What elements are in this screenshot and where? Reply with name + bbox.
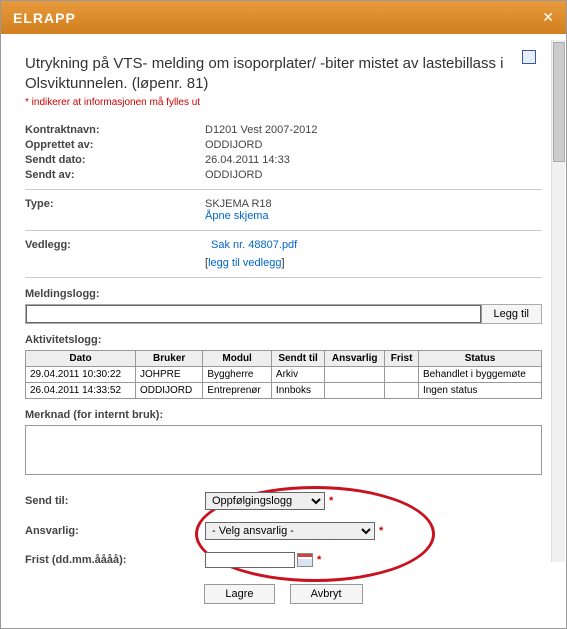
page-title: Utrykning på VTS- melding om isoporplate… bbox=[25, 54, 542, 93]
scrollbar-thumb[interactable] bbox=[553, 42, 565, 162]
sendt-av-value: ODDIJORD bbox=[205, 169, 262, 181]
col-bruker: Bruker bbox=[136, 351, 203, 367]
col-ansvarlig: Ansvarlig bbox=[325, 351, 385, 367]
cell-bruker: ODDIJORD bbox=[136, 383, 203, 399]
col-status: Status bbox=[418, 351, 541, 367]
close-icon[interactable]: ✕ bbox=[542, 9, 554, 26]
merknad-label: Merknad (for internt bruk): bbox=[25, 409, 542, 421]
meldingslogg-input[interactable] bbox=[26, 305, 481, 323]
col-frist: Frist bbox=[385, 351, 419, 367]
cell-dato: 29.04.2011 10:30:22 bbox=[26, 367, 136, 383]
required-star: * bbox=[329, 495, 333, 507]
avbryt-button[interactable]: Avbryt bbox=[290, 584, 363, 604]
cell-status: Ingen status bbox=[418, 383, 541, 399]
cell-frist bbox=[385, 367, 419, 383]
cell-bruker: JOHPRE bbox=[136, 367, 203, 383]
button-row: Lagre Avbryt bbox=[25, 584, 542, 604]
required-star: * bbox=[317, 554, 321, 566]
col-modul: Modul bbox=[203, 351, 272, 367]
meldingslogg-label: Meldingslogg: bbox=[25, 288, 542, 300]
legg-til-vedlegg-link[interactable]: legg til vedlegg bbox=[208, 257, 281, 269]
dialog-content: Utrykning på VTS- melding om isoporplate… bbox=[1, 34, 566, 628]
activity-table: Dato Bruker Modul Sendt til Ansvarlig Fr… bbox=[25, 350, 542, 399]
required-note: * indikerer at informasjonen må fylles u… bbox=[25, 97, 542, 108]
sendt-dato-value: 26.04.2011 14:33 bbox=[205, 154, 290, 166]
apne-skjema-link[interactable]: Åpne skjema bbox=[205, 210, 272, 222]
meldingslogg-row: Legg til bbox=[25, 304, 542, 324]
calendar-icon[interactable] bbox=[297, 553, 313, 567]
sendt-dato-label: Sendt dato: bbox=[25, 154, 205, 166]
sendt-av-label: Sendt av: bbox=[25, 169, 205, 181]
ansvarlig-label: Ansvarlig: bbox=[25, 525, 205, 537]
divider bbox=[25, 277, 542, 278]
table-row: 26.04.2011 14:33:52ODDIJORDEntreprenørIn… bbox=[26, 383, 542, 399]
required-star: * bbox=[379, 525, 383, 537]
cell-ansvarlig bbox=[325, 367, 385, 383]
frist-input[interactable] bbox=[205, 552, 295, 568]
kontraktnavn-value: D1201 Vest 2007-2012 bbox=[205, 124, 318, 136]
aktivitetslogg-label: Aktivitetslogg: bbox=[25, 334, 542, 346]
dialog-title: ELRAPP bbox=[13, 10, 76, 26]
kontraktnavn-label: Kontraktnavn: bbox=[25, 124, 205, 136]
cell-sendt_til: Arkiv bbox=[271, 367, 324, 383]
send-til-label: Send til: bbox=[25, 495, 205, 507]
legg-til-button[interactable]: Legg til bbox=[481, 305, 541, 323]
titlebar: ELRAPP ✕ bbox=[1, 1, 566, 34]
cell-modul: Entreprenør bbox=[203, 383, 272, 399]
ansvarlig-select[interactable]: - Velg ansvarlig - bbox=[205, 522, 375, 540]
cell-frist bbox=[385, 383, 419, 399]
dialog: ELRAPP ✕ Utrykning på VTS- melding om is… bbox=[0, 0, 567, 629]
send-til-select[interactable]: Oppfølgingslogg bbox=[205, 492, 325, 510]
vedlegg-file-link[interactable]: Sak nr. 48807.pdf bbox=[211, 239, 297, 251]
merknad-textarea[interactable] bbox=[25, 425, 542, 475]
divider bbox=[25, 189, 542, 190]
col-sendt-til: Sendt til bbox=[271, 351, 324, 367]
cell-status: Behandlet i byggemøte bbox=[418, 367, 541, 383]
scrollbar[interactable] bbox=[551, 40, 565, 562]
lagre-button[interactable]: Lagre bbox=[204, 584, 274, 604]
document-icon[interactable] bbox=[522, 50, 536, 64]
table-row: 29.04.2011 10:30:22JOHPREByggherreArkiv B… bbox=[26, 367, 542, 383]
cell-dato: 26.04.2011 14:33:52 bbox=[26, 383, 136, 399]
type-label: Type: bbox=[25, 198, 205, 222]
opprettet-av-value: ODDIJORD bbox=[205, 139, 262, 151]
cell-sendt_til: Innboks bbox=[271, 383, 324, 399]
frist-label: Frist (dd.mm.åååå): bbox=[25, 554, 205, 566]
cell-modul: Byggherre bbox=[203, 367, 272, 383]
cell-ansvarlig bbox=[325, 383, 385, 399]
type-value: SKJEMA R18 bbox=[205, 198, 272, 210]
divider bbox=[25, 230, 542, 231]
vedlegg-label: Vedlegg: bbox=[25, 239, 205, 269]
col-dato: Dato bbox=[26, 351, 136, 367]
opprettet-av-label: Opprettet av: bbox=[25, 139, 205, 151]
